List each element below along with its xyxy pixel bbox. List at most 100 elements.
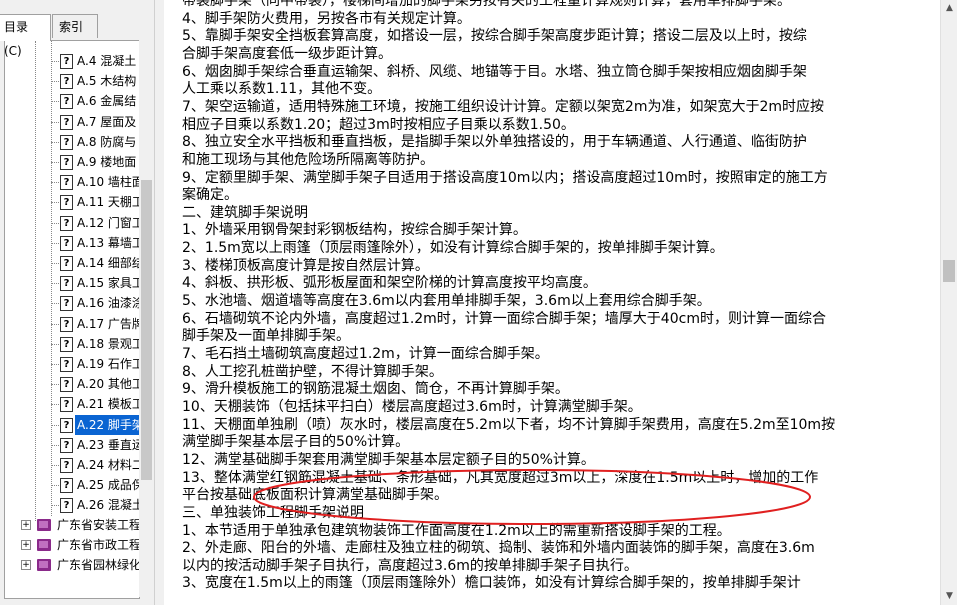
tree-item-label: A.13 幕墙工	[77, 235, 140, 250]
tree-item[interactable]: ? A.14 细部结	[5, 253, 139, 273]
tree-item-label: A.5 木结构	[77, 74, 137, 89]
content-line: 二、建筑脚手架说明	[182, 204, 308, 221]
content-line: 4、脚手架防火费用，另按各市有关规定计算。	[182, 10, 471, 27]
tree-book[interactable]: + 广东省市政工程	[5, 535, 139, 555]
tree-book-label: 广东省市政工程	[57, 538, 140, 552]
tree-book-label: 广东省安装工程	[57, 518, 140, 532]
tree-item-label: A.15 家具工	[77, 276, 140, 291]
tree-item[interactable]: ? A.17 广告牌	[5, 314, 139, 334]
content-line: 和施工现场与其他危险场所隔离等防护。	[182, 151, 434, 168]
tree-scroll-thumb[interactable]	[141, 180, 152, 480]
tree-item[interactable]: ? A.23 垂直运	[5, 435, 139, 455]
tree-item-label: A.19 石作工	[77, 357, 140, 371]
content-line: 3、宽度在1.5m以上的雨篷（顶层雨篷除外）檐口装饰，如没有计算综合脚手架的，按…	[182, 575, 801, 592]
tree-item[interactable]: ? A.10 墙柱面	[5, 172, 139, 192]
help-topic-icon: ?	[60, 417, 73, 433]
content-line: 9、滑升模板施工的钢筋混凝土烟囱、筒仓，不再计算脚手架。	[182, 381, 569, 398]
scroll-down-arrow-icon[interactable]: ▼	[941, 588, 957, 605]
content-line: 6、烟囱脚手架综合垂直运输架、斜桥、风缆、地锚等于目。水塔、独立筒仓脚手架按相应…	[182, 63, 807, 80]
tree-scrollbar[interactable]	[139, 40, 154, 597]
tree-item-label: A.21 模板工	[77, 397, 140, 412]
tree-item[interactable]: ? A.16 油漆涂	[5, 293, 139, 313]
tree-item[interactable]: ? A.4 混凝土	[5, 51, 139, 71]
content-scrollbar[interactable]: ▲ ▼	[940, 0, 957, 605]
contents-tree[interactable]: ? A.4 混凝土? A.5 木结构 ? A.6 金属结? A.7 屋面及 ? A.8 防腐与…	[4, 40, 140, 599]
tree-item[interactable]: ? A.19 石作工	[5, 354, 139, 374]
tree-item-label: A.10 墙柱面	[77, 175, 140, 190]
content-line: 帯装脚手架（同中帯装），楼梯间增加的脚手架另按有关的工程量计算规则计算，套用单排…	[182, 0, 791, 9]
tree-item[interactable]: ? A.25 成品保	[5, 475, 139, 495]
expand-plus-icon[interactable]: +	[21, 540, 31, 550]
tree-item-label: A.16 油漆涂	[77, 296, 140, 311]
help-topic-icon: ?	[60, 256, 73, 271]
content-line: 人工乘以系数1.11，其他不变。	[182, 81, 382, 98]
tree-item[interactable]: ? A.21 模板工	[5, 394, 139, 414]
help-topic-icon: ?	[60, 94, 73, 110]
tree-item-label: A.7 屋面及	[77, 114, 137, 129]
help-topic-icon: ?	[60, 478, 73, 494]
help-topic-icon: ?	[60, 296, 73, 312]
help-topic-icon: ?	[60, 74, 73, 90]
navigation-pane: 目录(C) 索引(I) ? A.4 混凝土? A.5 木结构 ? A.6 金属结? A.7…	[0, 0, 154, 605]
help-topic-icon: ?	[60, 316, 73, 332]
help-topic-icon: ?	[60, 195, 73, 211]
tree-item[interactable]: ? A.22 脚手架	[5, 414, 139, 435]
tree-item[interactable]: ? A.8 防腐与	[5, 132, 139, 152]
help-topic-icon: ?	[60, 114, 73, 130]
tree-item[interactable]: ? A.24 材料二	[5, 455, 139, 475]
tree-item-label: A.4 混凝土	[77, 54, 137, 68]
tree-item[interactable]: ? A.6 金属结	[5, 91, 139, 111]
tree-book[interactable]: + 广东省安装工程	[5, 515, 139, 535]
tree-item[interactable]: ? A.12 门窗工	[5, 213, 139, 233]
content-line: 10、天棚装饰（包括抹平扫白）楼层高度超过3.6m时，计算满堂脚手架。	[182, 398, 642, 415]
tree-item-label: A.25 成品保	[77, 478, 140, 493]
tree-item-label: A.17 广告牌	[77, 316, 140, 331]
content-line: 2、外走廊、阳台的外墙、走廊柱及独立柱的砌筑、捣制、装饰和外墙内面装饰的脚手架，…	[182, 540, 815, 557]
help-topic-icon: ?	[60, 437, 73, 453]
help-topic-icon: ?	[60, 215, 73, 231]
scroll-up-arrow-icon[interactable]: ▲	[941, 0, 957, 17]
content-line: 1、外墙采用钢骨架封彩钢板结构，按综合脚手架计算。	[182, 222, 527, 239]
book-icon	[37, 559, 51, 571]
tree-item[interactable]: ? A.15 家具工	[5, 273, 139, 293]
tree-item[interactable]: ? A.13 幕墙工	[5, 233, 139, 253]
content-line: 9、定额里脚手架、满堂脚手架子目适用于搭设高度10m以内；搭设高度超过10m时，…	[182, 169, 828, 186]
content-line: 2、1.5m宽以上雨篷（顶层雨篷除外），如没有计算综合脚手架的，按单排脚手架计算…	[182, 240, 724, 257]
tree-item[interactable]: ? A.9 楼地面	[5, 152, 139, 172]
expand-plus-icon[interactable]: +	[21, 560, 31, 570]
tree-item-label: A.12 门窗工	[77, 215, 140, 230]
content-line: 平台按基础底板面积计算满堂基础脚手架。	[182, 487, 448, 504]
help-topic-icon: ?	[60, 498, 73, 514]
tree-book[interactable]: + 广东省园林绿化	[5, 555, 139, 575]
expand-plus-icon[interactable]: +	[21, 520, 31, 530]
tree-item[interactable]: ? A.18 景观工	[5, 334, 139, 354]
content-line: 相应子目乘以系数1.20；超过3m时按相应子目乘以系数1.50。	[182, 116, 575, 133]
pane-splitter[interactable]	[154, 0, 159, 605]
tree-item-label: A.24 材料二	[77, 458, 140, 472]
help-topic-icon: ?	[60, 336, 73, 352]
content-line: 案确定。	[182, 187, 238, 204]
content-line: 满堂脚手架基本层子目的50%计算。	[182, 434, 410, 451]
content-line: 合脚手架高度套低一级步距计算。	[182, 45, 392, 62]
tree-book-label: 广东省园林绿化	[57, 558, 140, 572]
tab-index[interactable]: 索引(I)	[52, 14, 98, 58]
tree-item[interactable]: ? A.20 其他工	[5, 374, 139, 394]
tree-item-label: A.14 细部结	[77, 256, 140, 270]
content-line: 4、斜板、拱形板、弧形板屋面和架空阶梯的计算高度按平均高度。	[182, 275, 597, 292]
tree-item[interactable]: ? A.26 混凝土	[5, 495, 139, 515]
tree-item[interactable]: ? A.7 屋面及	[5, 112, 139, 132]
book-icon	[37, 539, 51, 551]
content-line: 5、水池墙、烟道墙等高度在3.6m以内套用单排脚手架，3.6m以上套用综合脚手架…	[182, 293, 711, 310]
tree-item[interactable]: ? A.11 天棚工	[5, 192, 139, 212]
content-scroll-thumb[interactable]	[943, 260, 955, 282]
content-line: 3、楼梯顶板高度计算是按自然层计算。	[182, 257, 429, 274]
tree-item-label: A.20 其他工	[77, 377, 140, 392]
tab-contents[interactable]: 目录(C)	[0, 14, 51, 58]
tree-item[interactable]: ? A.5 木结构	[5, 71, 139, 91]
content-line: 13、整体满堂红钢筋混凝土基础、条形基础，凡其宽度超过3m以上，深度在1.5m以…	[182, 469, 819, 486]
help-topic-icon: ?	[60, 54, 73, 69]
tree-item-label: A.9 楼地面	[77, 155, 137, 169]
help-topic-icon: ?	[60, 155, 73, 170]
help-topic-icon: ?	[60, 276, 73, 292]
tree-item-label: A.22 脚手架	[75, 414, 139, 435]
